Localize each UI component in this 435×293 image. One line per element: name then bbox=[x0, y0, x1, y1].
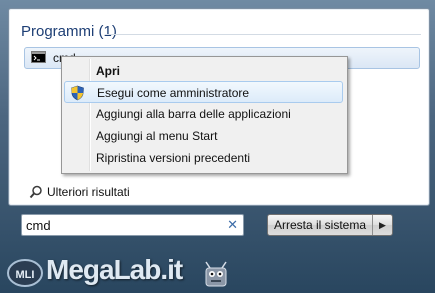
context-menu: Apri Esegui come amministratore Aggiungi… bbox=[61, 56, 348, 174]
menu-item-pin-taskbar[interactable]: Aggiungi alla barra delle applicazioni bbox=[64, 103, 343, 125]
search-box[interactable]: ✕ bbox=[21, 214, 244, 236]
menu-item-run-as-admin[interactable]: Esegui come amministratore bbox=[64, 81, 343, 103]
group-divider bbox=[107, 34, 421, 35]
start-menu: Programmi (1) cmd Ulteriori risultati Ap bbox=[0, 0, 435, 293]
shield-icon bbox=[71, 85, 84, 101]
menu-item-label: Ripristina versioni precedenti bbox=[96, 151, 251, 165]
clear-search-icon[interactable]: ✕ bbox=[227, 218, 238, 232]
group-header-programs: Programmi (1) bbox=[21, 23, 117, 40]
menu-item-label: Apri bbox=[96, 64, 120, 78]
menu-item-restore-versions[interactable]: Ripristina versioni precedenti bbox=[64, 147, 343, 169]
command-prompt-icon bbox=[31, 51, 46, 63]
shutdown-button[interactable]: Arresta il sistema bbox=[268, 215, 373, 235]
search-input[interactable] bbox=[26, 217, 221, 233]
mascot-icon bbox=[205, 261, 227, 287]
shutdown-button-group: Arresta il sistema ▶ bbox=[267, 214, 393, 236]
more-results-link[interactable]: Ulteriori risultati bbox=[29, 185, 130, 199]
more-results-label: Ulteriori risultati bbox=[47, 185, 130, 199]
menu-item-label: Aggiungi alla barra delle applicazioni bbox=[96, 107, 291, 121]
shutdown-options-arrow-icon[interactable]: ▶ bbox=[373, 215, 392, 235]
menu-item-open[interactable]: Apri bbox=[64, 60, 343, 82]
menu-item-label: Aggiungi al menu Start bbox=[96, 129, 218, 143]
watermark-site-name: MegaLab.it bbox=[46, 254, 183, 285]
search-icon bbox=[29, 185, 42, 199]
svg-text:MLI: MLI bbox=[16, 269, 35, 281]
menu-item-label: Esegui come amministratore bbox=[97, 86, 250, 100]
mli-logo: MLI bbox=[7, 259, 43, 287]
menu-item-pin-start[interactable]: Aggiungi al menu Start bbox=[64, 125, 343, 147]
watermark: MLI MegaLab.it bbox=[6, 252, 306, 292]
